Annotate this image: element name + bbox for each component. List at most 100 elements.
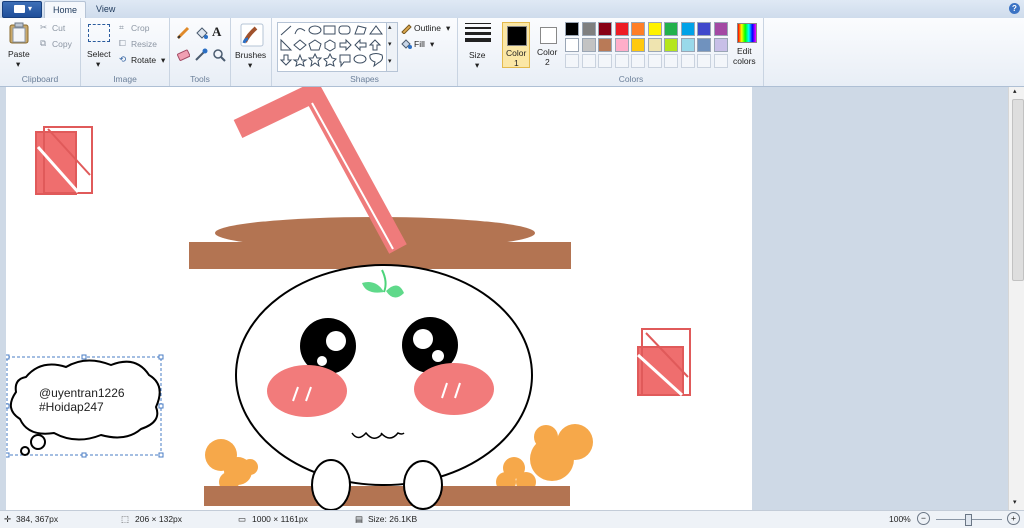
palette-swatch[interactable] (565, 38, 579, 52)
cut-button[interactable]: ✂ Cut (38, 22, 78, 35)
paste-icon (9, 22, 29, 44)
scrollbar-thumb[interactable] (1012, 99, 1024, 281)
palette-swatch[interactable] (631, 54, 645, 68)
rotate-button[interactable]: ⟲ Rotate ▾ (117, 54, 169, 67)
image-group-label: Image (113, 74, 137, 84)
palette-swatch[interactable] (647, 54, 662, 68)
palette-swatch[interactable] (581, 38, 596, 52)
help-icon[interactable]: ? (1009, 3, 1020, 14)
palette-swatch[interactable] (664, 54, 678, 68)
select-button[interactable]: Select ▾ (84, 21, 114, 69)
magnifier-icon[interactable] (212, 48, 226, 62)
palette-swatch[interactable] (614, 22, 629, 36)
zoom-slider-thumb[interactable] (965, 514, 972, 526)
chevron-down-icon: ▾ (161, 55, 166, 65)
color-2-label: Color (537, 47, 558, 57)
tab-bar: ▾ Home View ? (0, 0, 1024, 19)
chevron-down-icon: ▾ (96, 59, 101, 69)
paste-button[interactable]: Paste ▾ (4, 21, 34, 69)
palette-swatch[interactable] (598, 54, 612, 68)
zoom-out-icon[interactable]: − (917, 512, 930, 525)
image-size: 1000 × 1161px (252, 514, 308, 524)
zoom-slider[interactable] (936, 514, 1002, 526)
clipboard-group: Paste ▾ ✂ Cut ⧉ Copy Clipboard (0, 18, 81, 86)
tab-home[interactable]: Home (44, 1, 87, 19)
chevron-down-icon: ▾ (430, 39, 435, 49)
crop-button[interactable]: ⌗ Crop (117, 22, 167, 35)
copy-icon: ⧉ (40, 38, 47, 48)
palette-swatch[interactable] (581, 54, 596, 68)
resize-button[interactable]: ⧠ Resize (117, 38, 167, 51)
fill-icon (401, 39, 412, 49)
pink-decoration-left (35, 126, 93, 195)
shapes-scroll[interactable]: ▴ ▾ ▾ (386, 22, 398, 72)
fill-dropdown[interactable]: Fill ▾ (400, 38, 455, 51)
eraser-icon[interactable] (176, 48, 190, 62)
color-picker-icon[interactable] (194, 48, 208, 62)
color-1-label: Color (506, 48, 527, 58)
cup-bottom-band (204, 486, 570, 506)
palette-swatch[interactable] (565, 54, 579, 68)
brushes-button[interactable]: Brushes ▾ (233, 21, 269, 81)
pencil-icon[interactable] (176, 26, 190, 40)
color-2-number: 2 (545, 57, 550, 67)
size-line-4 (465, 38, 491, 42)
fill-label: Fill (414, 39, 425, 49)
palette-swatch[interactable] (614, 54, 629, 68)
chevron-up-icon[interactable]: ▴ (1013, 87, 1017, 95)
tab-view[interactable]: View (88, 1, 123, 18)
chevron-down-icon[interactable]: ▾ (1013, 498, 1017, 506)
bubble-tail-1 (30, 434, 46, 450)
size-line-1 (465, 23, 491, 24)
palette-swatch[interactable] (631, 22, 645, 36)
palette-swatch[interactable] (680, 38, 695, 52)
palette-swatch[interactable] (713, 22, 728, 36)
color-1-number: 1 (514, 58, 519, 68)
palette-swatch[interactable] (581, 22, 596, 36)
drawing-canvas[interactable]: @uyentran1226 #Hoidap247 (6, 87, 752, 510)
paint-menu-button[interactable]: ▾ (2, 1, 42, 18)
rotate-icon: ⟲ (119, 54, 127, 64)
size-group: Size ▾ (458, 18, 498, 86)
vertical-scrollbar[interactable]: ▴ ▾ (1008, 87, 1024, 510)
copy-button[interactable]: ⧉ Copy (38, 38, 78, 51)
shapes-group-label: Shapes (350, 74, 379, 84)
palette-swatch[interactable] (565, 22, 579, 36)
color-1-button[interactable]: Color 1 (502, 22, 530, 68)
palette-swatch[interactable] (697, 22, 711, 36)
palette-swatch[interactable] (664, 38, 678, 52)
edit-colors-button[interactable]: Edit colors (732, 21, 762, 69)
status-bar: ✛ 384, 367px ⬚ 206 × 132px ▭ 1000 × 1161… (0, 510, 1024, 528)
outline-icon (401, 24, 412, 34)
pink-decoration-right (636, 328, 691, 397)
selection-size-icon: ⬚ (121, 514, 130, 524)
crop-icon: ⌗ (119, 22, 124, 32)
palette-swatch[interactable] (598, 38, 612, 52)
palette-swatch[interactable] (664, 22, 678, 36)
palette-swatch[interactable] (647, 38, 662, 52)
brushes-label: Brushes (235, 50, 267, 60)
palette-swatch[interactable] (680, 54, 695, 68)
text-tool-icon[interactable]: A (212, 24, 226, 39)
size-button[interactable]: Size ▾ (460, 21, 496, 81)
fill-bucket-icon[interactable] (194, 26, 208, 40)
palette-swatch[interactable] (631, 38, 645, 52)
palette-swatch[interactable] (598, 22, 612, 36)
palette-swatch[interactable] (680, 22, 695, 36)
palette-swatch[interactable] (713, 38, 728, 52)
outline-dropdown[interactable]: Outline ▾ (400, 22, 455, 35)
palette-swatch[interactable] (713, 54, 728, 68)
colors-group: Color 1 Color 2 Edit colors Colors (499, 18, 764, 86)
resize-icon: ⧠ (119, 38, 126, 48)
chevron-down-icon: ▾ (446, 23, 451, 33)
color-2-button[interactable]: Color 2 (534, 22, 562, 68)
palette-swatch[interactable] (697, 54, 711, 68)
shapes-gallery[interactable] (277, 22, 387, 72)
palette-swatch[interactable] (614, 38, 629, 52)
size-label: Size (469, 50, 486, 60)
zoom-in-icon[interactable]: + (1007, 512, 1020, 525)
color-palette (565, 22, 733, 70)
palette-swatch[interactable] (647, 22, 662, 36)
colors-group-label: Colors (618, 74, 644, 84)
palette-swatch[interactable] (697, 38, 711, 52)
